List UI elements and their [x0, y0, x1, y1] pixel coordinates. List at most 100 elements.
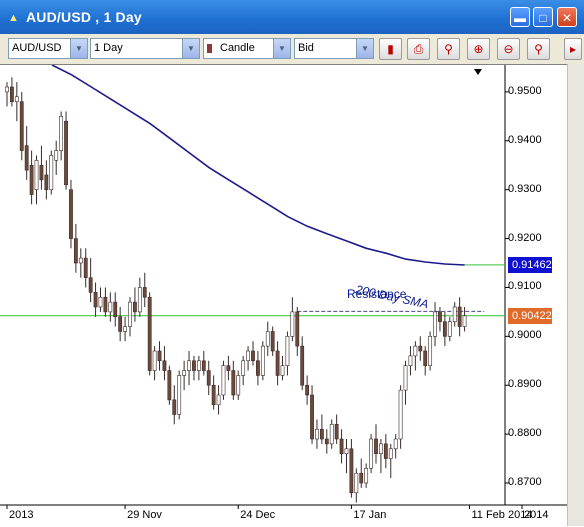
chevron-down-icon[interactable]: ▼ [182, 39, 199, 58]
candlestick-chart[interactable]: 200 Day SMAResistance [0, 65, 584, 527]
candle-body [216, 394, 221, 406]
more-tools-icon[interactable]: ▸ [564, 38, 582, 60]
candle-body [369, 438, 373, 469]
vertical-scrollbar[interactable] [567, 64, 584, 526]
symbol-value: AUD/USD [12, 42, 62, 54]
timeframe-select[interactable]: 1 Day ▼ [90, 38, 200, 59]
candle-body [339, 438, 344, 454]
candle-body [418, 345, 423, 352]
candle-body [280, 365, 285, 376]
candle-body [354, 472, 359, 494]
current-price-box: 0.90422 [508, 307, 552, 324]
x-tick-label: 2013 [9, 509, 34, 521]
candle-body [388, 448, 393, 459]
candle-body [270, 331, 275, 352]
candle-body [5, 86, 9, 93]
candle-body [315, 428, 319, 440]
candle-body [133, 301, 137, 313]
candle-body [447, 321, 452, 337]
candle-body [438, 311, 442, 322]
y-tick-label: 0.8800 [508, 427, 542, 440]
y-tick-label: 0.9100 [508, 280, 542, 293]
candle-body [226, 365, 231, 371]
scroll-marker-icon [474, 69, 482, 75]
chart-toolbar: AUD/USD ▼ 1 Day ▼ Candle ▼ Bid ▼ ▮ ⎙ ⚲ ⊕… [0, 34, 584, 65]
chart-type-value: Candle [220, 42, 255, 54]
candle-body [236, 375, 241, 396]
candle-body [393, 438, 398, 450]
candle-body [403, 365, 408, 391]
candle-body [29, 164, 34, 195]
timeframe-value: 1 Day [94, 42, 123, 54]
candle-body [256, 360, 260, 376]
candle-body [457, 306, 462, 327]
chevron-down-icon[interactable]: ▼ [273, 39, 290, 58]
candle-body [379, 443, 383, 454]
candle-body [285, 336, 290, 366]
zoom-icon[interactable]: ⚲ [437, 38, 460, 60]
sma-price-box: 0.91462 [508, 256, 552, 273]
candle-body [113, 301, 118, 318]
candle-body [413, 345, 418, 357]
candle-body [19, 101, 24, 151]
candle-body [251, 350, 255, 362]
candle-body [128, 301, 132, 327]
candle-body [196, 360, 201, 371]
candle-body [34, 160, 39, 190]
candle-body [260, 345, 265, 376]
close-icon[interactable]: ✕ [557, 7, 577, 27]
chevron-down-icon[interactable]: ▼ [356, 39, 373, 58]
candle-body [221, 365, 226, 396]
candle-body [78, 257, 83, 264]
candle-body [241, 360, 246, 376]
candle-body [383, 443, 388, 459]
chevron-down-icon[interactable]: ▼ [70, 39, 87, 58]
x-tick-label: 2014 [524, 509, 549, 521]
y-tick-label: 0.9400 [508, 133, 542, 146]
candle-body [231, 370, 236, 396]
candle-body [44, 174, 49, 190]
candle-body [157, 350, 162, 362]
symbol-select[interactable]: AUD/USD ▼ [8, 38, 88, 59]
minimize-icon[interactable]: ▬ [510, 7, 530, 27]
resistance-annotation: Resistance [347, 287, 407, 301]
y-tick-label: 0.8700 [508, 476, 542, 488]
candle-body [182, 370, 187, 376]
candle-body [295, 311, 300, 347]
candle-body [177, 375, 182, 415]
candle-body [324, 438, 329, 445]
chart-settings-icon[interactable]: ▮ [379, 38, 402, 60]
candle-body [452, 306, 457, 322]
print-icon[interactable]: ⎙ [407, 38, 430, 60]
y-tick-label: 0.8900 [508, 378, 542, 391]
candle-body [349, 448, 354, 494]
y-tick-label: 0.9300 [508, 182, 542, 195]
candle-body [137, 287, 142, 313]
candle-body [423, 350, 428, 366]
chart-app-icon: ▲ [8, 12, 19, 24]
candle-body [39, 164, 44, 181]
zoom-out-icon[interactable]: ⊖ [497, 38, 520, 60]
candle-body [54, 150, 59, 161]
candle-body [167, 370, 172, 401]
candle-body [359, 472, 364, 484]
candle-body [398, 389, 403, 440]
candle-body [329, 424, 334, 445]
zoom-in-icon[interactable]: ⊕ [467, 38, 490, 60]
maximize-icon[interactable]: □ [533, 7, 553, 27]
y-tick-label: 0.9200 [508, 231, 542, 244]
x-tick-label: 17 Jan [353, 509, 387, 521]
chart-type-select[interactable]: Candle ▼ [203, 38, 291, 59]
y-tick-label: 0.9000 [508, 329, 542, 342]
candle-body [14, 96, 19, 102]
candle-body [305, 384, 310, 396]
candle-body [172, 399, 177, 415]
candle-body [108, 301, 113, 313]
chart-area[interactable]: 200 Day SMA Resistance 0.9500 0.9400 0.9300… [0, 64, 584, 527]
candle-body [374, 438, 378, 454]
candle-body [442, 321, 447, 337]
zoom-fit-icon[interactable]: ⚲ [527, 38, 550, 60]
window-titlebar[interactable]: ▲ AUD/USD , 1 Day ▬ □ ✕ [0, 0, 584, 34]
price-type-select[interactable]: Bid ▼ [294, 38, 374, 59]
candle-body [49, 155, 54, 190]
